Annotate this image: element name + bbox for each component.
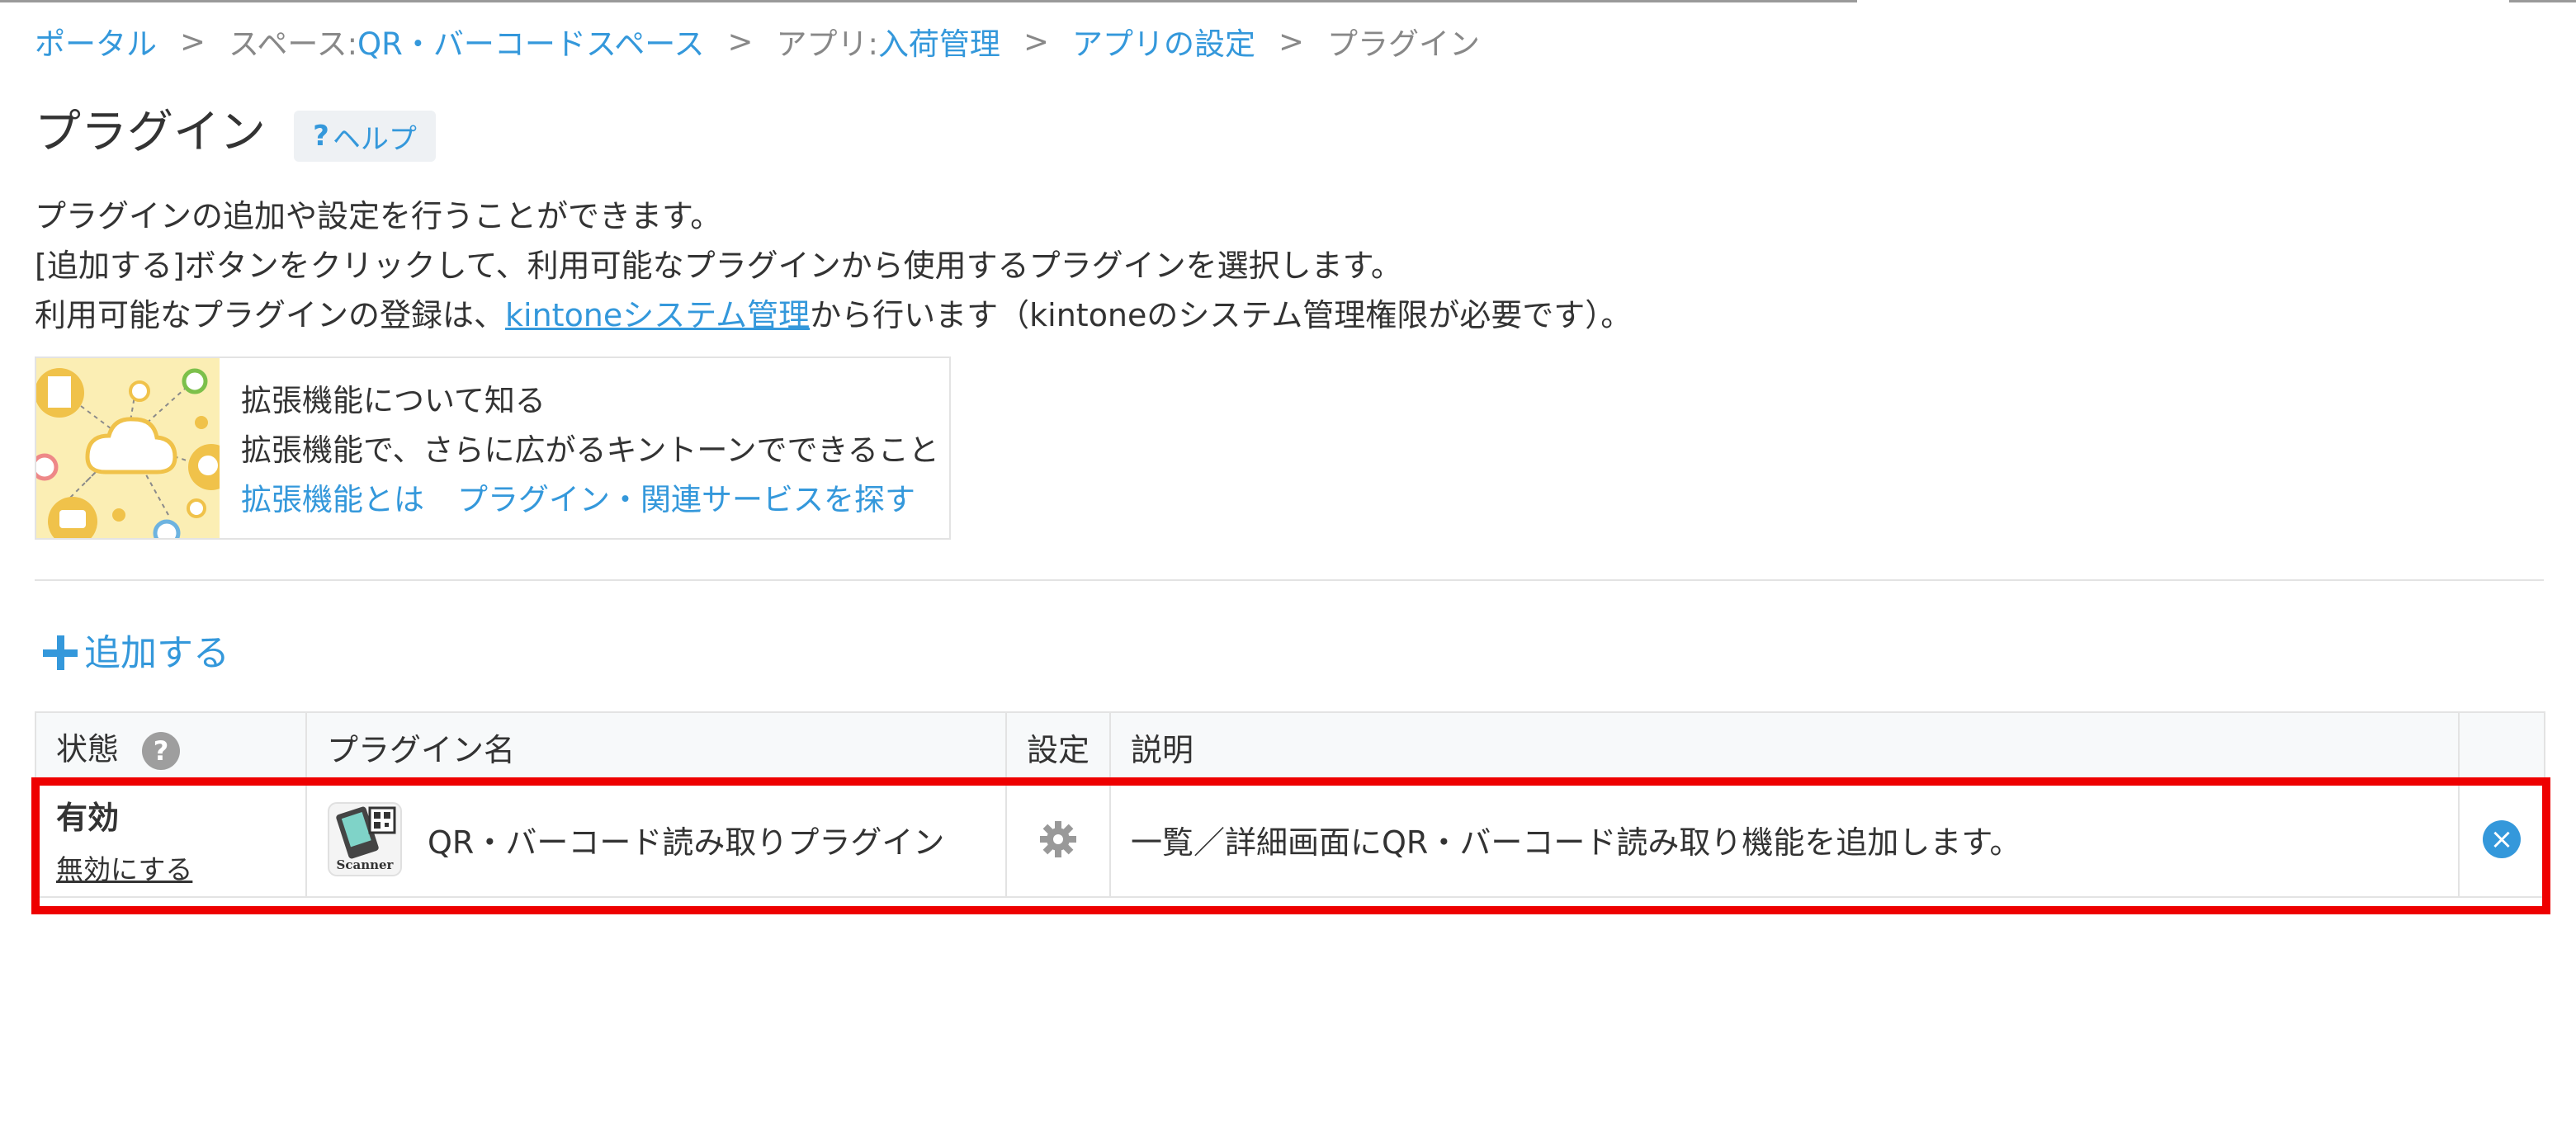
table-header-row: 状態? プラグイン名 設定 説明	[35, 711, 2545, 782]
breadcrumb-app-settings[interactable]: アプリの設定	[1072, 19, 1255, 64]
breadcrumb-app-prefix: アプリ:	[776, 26, 878, 62]
remove-cell: ×	[2458, 781, 2545, 898]
disable-plugin-link[interactable]: 無効にする	[56, 848, 286, 887]
description-line-3-text: 利用可能なプラグインの登録は、	[35, 297, 506, 333]
page-description: プラグインの追加や設定を行うことができます。 [追加する]ボタンをクリックして、…	[35, 191, 1632, 340]
breadcrumb-separator: >	[1278, 23, 1304, 59]
extension-info-subtitle: 拡張機能で、さらに広がるキントーンでできること	[241, 432, 939, 468]
breadcrumb-separator: >	[727, 23, 754, 59]
page-title: プラグイン	[35, 106, 266, 159]
description-line-3-suffix: から行います（kintoneのシステム管理権限が必要です）。	[810, 297, 1633, 333]
column-header-settings: 設定	[1005, 711, 1111, 782]
gear-icon[interactable]	[1038, 819, 1078, 859]
find-plugins-link[interactable]: プラグイン・関連サービスを探す	[457, 482, 915, 517]
what-is-extension-link[interactable]: 拡張機能とは	[241, 482, 424, 517]
help-label: ヘルプ	[332, 122, 417, 156]
scanner-icon-caption: Scanner	[336, 857, 394, 872]
description-cell: 一覧／詳細画面にQR・バーコード読み取り機能を追加します。	[1109, 781, 2460, 898]
extension-info-card: 拡張機能について知る 拡張機能で、さらに広がるキントーンでできること 拡張機能と…	[35, 357, 951, 540]
breadcrumb-app[interactable]: 入荷管理	[878, 19, 1000, 64]
plugin-name: QR・バーコード読み取りプラグイン	[428, 824, 945, 861]
extension-info-links: 拡張機能とは プラグイン・関連サービスを探す	[241, 475, 948, 525]
scanner-icon: Scanner	[327, 801, 403, 877]
add-plugin-label: 追加する	[84, 632, 229, 674]
status-header-label: 状態	[56, 730, 120, 767]
top-border-right	[2509, 0, 2576, 2]
close-icon[interactable]: ×	[2483, 820, 2521, 858]
column-header-actions	[2458, 711, 2545, 782]
plugin-table: 状態? プラグイン名 設定 説明 有効 無効にする Scanner QR・バーコ…	[35, 711, 2545, 898]
plugin-table-container: 状態? プラグイン名 設定 説明 有効 無効にする Scanner QR・バーコ…	[35, 711, 2545, 898]
column-header-status: 状態?	[35, 711, 307, 782]
status-enabled: 有効	[56, 799, 120, 836]
breadcrumb-space-prefix: スペース:	[229, 26, 358, 62]
status-cell: 有効 無効にする	[35, 781, 307, 898]
top-border	[0, 0, 1857, 2]
plus-icon	[43, 635, 78, 670]
section-divider	[35, 579, 2544, 581]
column-header-description: 説明	[1109, 711, 2460, 782]
breadcrumb-separator: >	[180, 23, 206, 59]
column-header-plugin-name: プラグイン名	[305, 711, 1007, 782]
breadcrumb-current: プラグイン	[1326, 26, 1480, 62]
breadcrumb-space[interactable]: QR・バーコードスペース	[357, 19, 704, 64]
plugin-name-cell: Scanner QR・バーコード読み取りプラグイン	[305, 781, 1007, 898]
settings-cell	[1005, 781, 1111, 898]
description-line-2: [追加する]ボタンをクリックして、利用可能なプラグインから使用するプラグインを選…	[35, 248, 1402, 284]
table-row: 有効 無効にする Scanner QR・バーコード読み取りプラグイン 一覧／詳細…	[35, 781, 2545, 898]
status-help-icon[interactable]: ?	[142, 732, 181, 771]
breadcrumb: ポータル > スペース: QR・バーコードスペース > アプリ: 入荷管理 > …	[35, 19, 1480, 64]
extension-info-title: 拡張機能について知る	[241, 383, 546, 418]
system-admin-link[interactable]: kintoneシステム管理	[505, 297, 810, 333]
add-plugin-button[interactable]: 追加する	[41, 621, 229, 678]
help-button[interactable]: ? ヘルプ	[294, 111, 436, 162]
breadcrumb-separator: >	[1023, 23, 1049, 59]
description-line-1: プラグインの追加や設定を行うことができます。	[35, 198, 722, 234]
network-cloud-illustration	[36, 358, 220, 538]
extension-info-text: 拡張機能について知る 拡張機能で、さらに広がるキントーンでできること 拡張機能と…	[241, 376, 948, 525]
description-line-3: 利用可能なプラグインの登録は、kintoneシステム管理から行います（kinto…	[35, 290, 1632, 340]
breadcrumb-portal[interactable]: ポータル	[35, 19, 157, 64]
help-question-icon: ?	[313, 120, 329, 153]
extension-illustration	[36, 358, 220, 538]
